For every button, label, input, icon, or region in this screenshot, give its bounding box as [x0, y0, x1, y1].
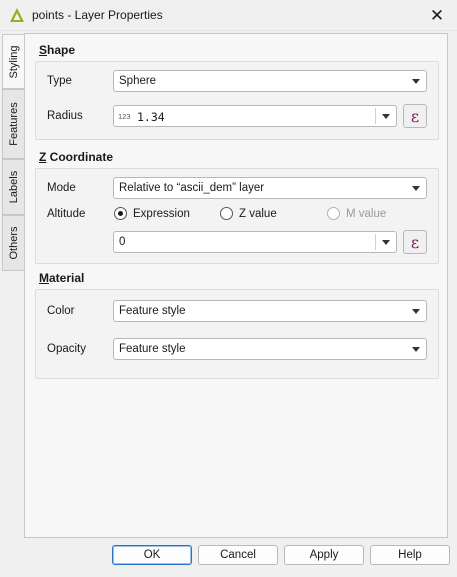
- shape-section-title: Shape: [39, 43, 76, 57]
- z-value-option-label: Z value: [239, 207, 277, 220]
- material-color-value: Feature style: [119, 305, 186, 317]
- tab-labels[interactable]: Labels: [2, 159, 24, 215]
- radius-value: 1.34: [137, 110, 165, 124]
- chevron-down-icon: [412, 186, 420, 191]
- material-group: Color Feature style Opacity Feature styl…: [35, 289, 439, 379]
- title-bar: points - Layer Properties ✕: [0, 0, 457, 31]
- radius-input[interactable]: 123 1.34: [113, 105, 397, 127]
- altitude-z-value-radio[interactable]: Z value: [220, 207, 277, 220]
- chevron-down-icon: [412, 347, 420, 352]
- tab-features[interactable]: Features: [2, 89, 24, 159]
- radio-disabled-icon: [327, 207, 340, 220]
- close-icon: ✕: [429, 5, 445, 25]
- expression-epsilon-icon: ε: [410, 232, 420, 252]
- combo-separator: [375, 108, 376, 124]
- shape-type-value: Sphere: [119, 75, 157, 87]
- z-coordinate-group: Mode Relative to “ascii_dem” layer Altit…: [35, 168, 439, 264]
- radio-checked-icon: [114, 207, 127, 220]
- z-mode-value: Relative to “ascii_dem” layer: [119, 182, 265, 194]
- ok-button[interactable]: OK: [112, 545, 192, 565]
- altitude-m-value-radio: M value: [327, 207, 386, 220]
- z-mode-combo[interactable]: Relative to “ascii_dem” layer: [113, 177, 427, 199]
- tab-styling[interactable]: Styling: [2, 34, 25, 89]
- shape-group: Type Sphere Radius 123 1.34 ε: [35, 61, 439, 140]
- cancel-button[interactable]: Cancel: [198, 545, 278, 565]
- styling-panel: Shape Type Sphere Radius 123 1.34 ε Z Co…: [24, 33, 448, 538]
- mode-label: Mode: [47, 182, 76, 194]
- tab-others-label: Others: [7, 226, 20, 260]
- chevron-down-icon: [382, 114, 390, 119]
- qgis-logo-icon: [10, 8, 24, 22]
- altitude-expression-button[interactable]: ε: [403, 230, 427, 254]
- radius-expression-button[interactable]: ε: [403, 104, 427, 128]
- chevron-down-icon: [382, 240, 390, 245]
- chevron-down-icon: [412, 309, 420, 314]
- tab-features-label: Features: [7, 102, 20, 146]
- material-section-title: Material: [39, 271, 85, 285]
- help-button[interactable]: Help: [370, 545, 450, 565]
- tab-styling-label: Styling: [8, 44, 20, 79]
- radius-label: Radius: [47, 110, 83, 122]
- altitude-expression-radio[interactable]: Expression: [114, 207, 190, 220]
- m-value-option-label: M value: [346, 207, 387, 220]
- color-label: Color: [47, 305, 75, 317]
- altitude-label: Altitude: [47, 208, 86, 220]
- chevron-down-icon: [412, 79, 420, 84]
- close-button[interactable]: ✕: [417, 0, 457, 31]
- tab-others[interactable]: Others: [2, 215, 24, 271]
- apply-button[interactable]: Apply: [284, 545, 364, 565]
- expression-epsilon-icon: ε: [410, 106, 420, 126]
- shape-type-combo[interactable]: Sphere: [113, 70, 427, 92]
- altitude-value: 0: [119, 236, 126, 248]
- window-title: points - Layer Properties: [32, 8, 163, 22]
- combo-separator: [375, 234, 376, 250]
- tab-labels-label: Labels: [7, 170, 20, 204]
- material-color-combo[interactable]: Feature style: [113, 300, 427, 322]
- material-opacity-value: Feature style: [119, 343, 186, 355]
- z-coordinate-section-title: Z Coordinate: [39, 150, 114, 164]
- type-label: Type: [47, 75, 72, 87]
- material-opacity-combo[interactable]: Feature style: [113, 338, 427, 360]
- altitude-expression-input[interactable]: 0: [113, 231, 397, 253]
- radio-unchecked-icon: [220, 207, 233, 220]
- numeric-field-icon: 123: [118, 112, 131, 121]
- opacity-label: Opacity: [47, 343, 86, 355]
- expression-option-label: Expression: [133, 207, 190, 220]
